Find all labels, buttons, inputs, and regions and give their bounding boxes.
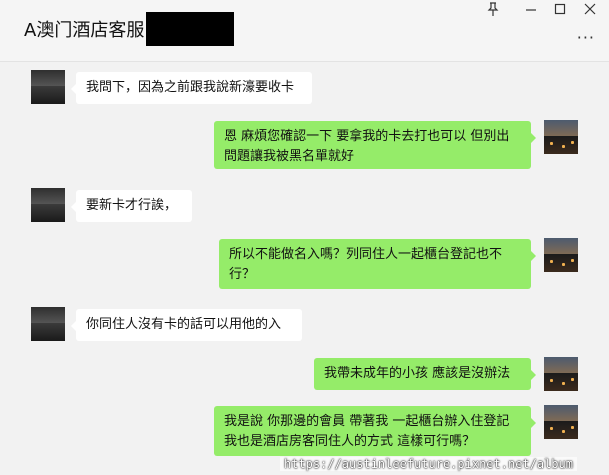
url-watermark: https://austinleefuture.pixnet.net/album — [280, 457, 577, 471]
message-bubble-received: 我問下，因為之前跟我說新濠要收卡 — [71, 72, 312, 104]
message-bubble-sent: 所以不能做名入嗎？列同住人一起櫃台登記也不行？ — [219, 239, 536, 289]
message-bubble-received: 要新卡才行誒， — [71, 190, 192, 222]
self-avatar[interactable] — [544, 357, 578, 391]
contact-avatar[interactable] — [31, 307, 65, 341]
more-options-icon[interactable]: ··· — [577, 28, 595, 47]
self-avatar[interactable] — [544, 405, 578, 439]
self-avatar[interactable] — [544, 120, 578, 154]
minimize-icon[interactable] — [520, 2, 542, 22]
message-bubble-received: 你同住人沒有卡的話可以用他的入 — [71, 309, 302, 341]
chat-title: A澳门酒店客服 — [24, 20, 145, 41]
message-bubble-sent: 恩 麻煩您確認一下 要拿我的卡去打也可以 但別出問題讓我被黑名單就好 — [214, 121, 536, 169]
pin-icon[interactable] — [482, 2, 504, 22]
contact-avatar[interactable] — [31, 70, 65, 104]
chat-header: A澳门酒店客服 ··· — [0, 0, 609, 62]
maximize-icon[interactable] — [549, 2, 571, 22]
self-avatar[interactable] — [544, 238, 578, 272]
message-bubble-sent: 我帶未成年的小孩 應該是沒辦法 — [314, 358, 536, 390]
contact-avatar[interactable] — [31, 188, 65, 222]
redaction-block — [146, 12, 234, 46]
close-icon[interactable] — [579, 2, 601, 22]
message-bubble-sent: 我是說 你那邊的會員 帶著我 一起櫃台辦入住登記 我也是酒店房客同住人的方式 這… — [214, 406, 536, 456]
